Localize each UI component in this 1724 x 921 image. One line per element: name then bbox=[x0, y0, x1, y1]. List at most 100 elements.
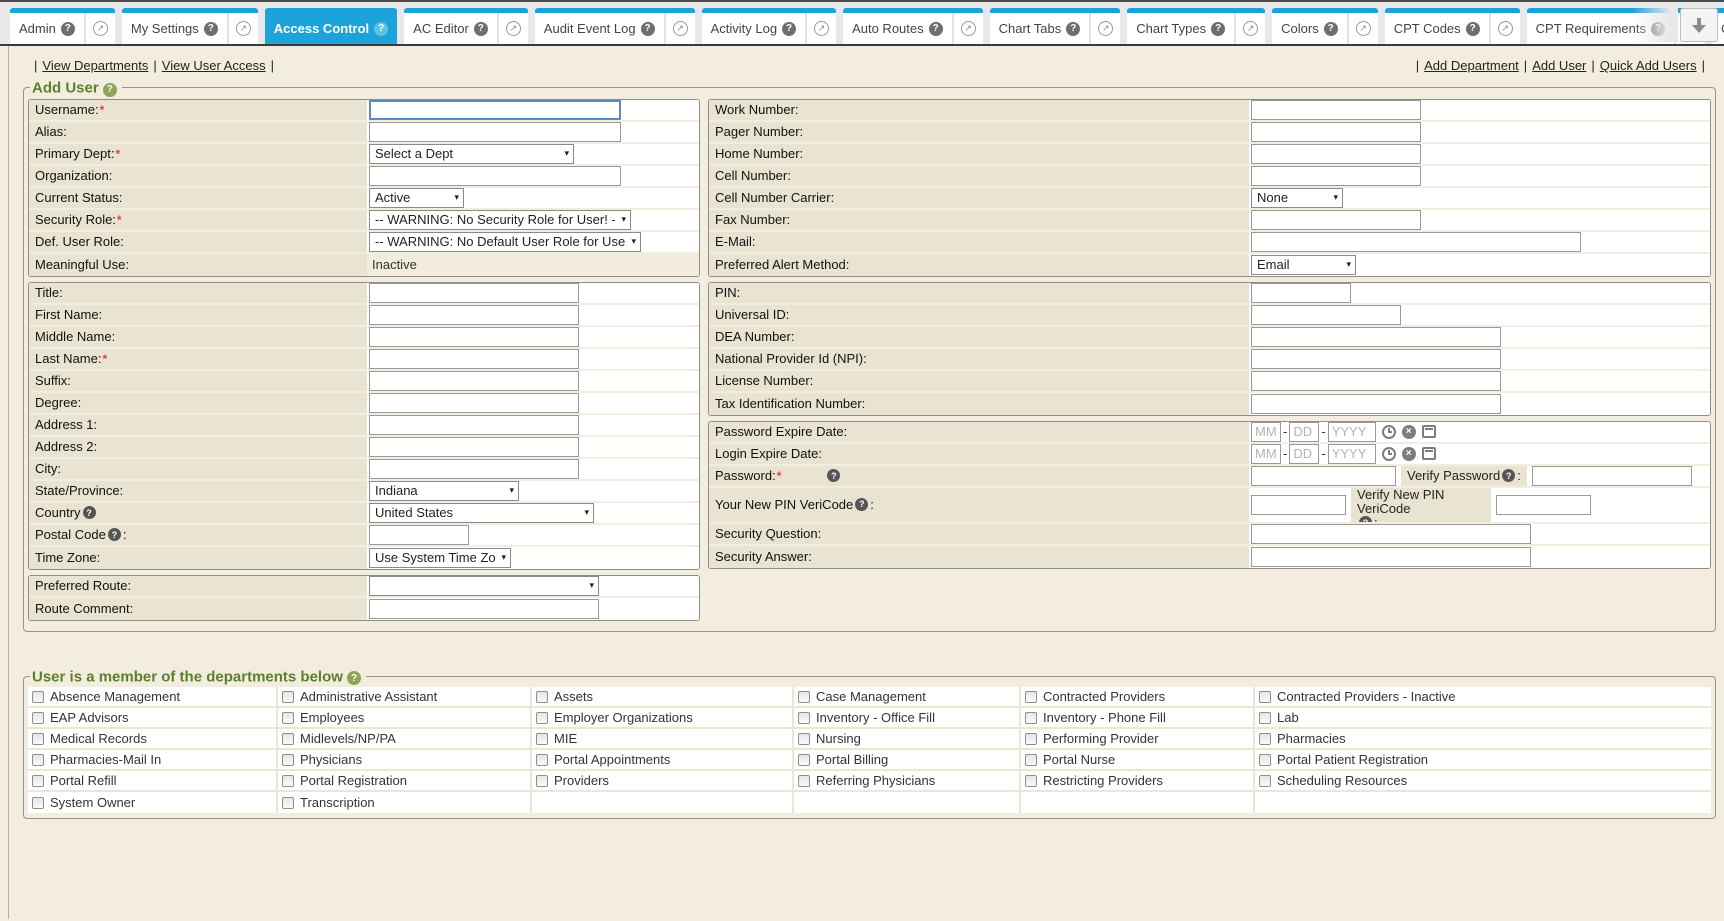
clock-icon[interactable] bbox=[1382, 447, 1396, 461]
address-2-input[interactable] bbox=[369, 437, 579, 457]
help-icon[interactable]: ? bbox=[1211, 22, 1225, 36]
popout-button[interactable]: ↗ bbox=[664, 13, 695, 44]
preferred-alert-method-select[interactable]: Email▾ bbox=[1251, 255, 1356, 275]
login-expire-date-mm-input[interactable] bbox=[1251, 444, 1281, 464]
tab-button-access-control[interactable]: Access Control? bbox=[265, 13, 397, 44]
organization-input[interactable] bbox=[369, 166, 621, 186]
username-input[interactable] bbox=[369, 100, 621, 120]
title-input[interactable] bbox=[369, 283, 579, 303]
verify-password-input[interactable] bbox=[1532, 466, 1692, 486]
password-expire-date-dd-input[interactable] bbox=[1289, 422, 1319, 442]
help-icon[interactable]: ? bbox=[103, 83, 117, 97]
help-icon[interactable]: ? bbox=[108, 528, 121, 541]
suffix-input[interactable] bbox=[369, 371, 579, 391]
performing-provider-checkbox[interactable] bbox=[1025, 733, 1037, 745]
tab-button-colors[interactable]: Colors? bbox=[1272, 13, 1347, 44]
time-zone-select[interactable]: Use System Time Zone▾ bbox=[369, 548, 511, 568]
security-question-input[interactable] bbox=[1251, 524, 1531, 544]
help-icon[interactable]: ? bbox=[641, 22, 655, 36]
tab-button-activity-log[interactable]: Activity Log? bbox=[702, 13, 805, 44]
employees-checkbox[interactable] bbox=[282, 712, 294, 724]
help-icon[interactable]: ? bbox=[347, 671, 361, 685]
link-quick-add-users[interactable]: Quick Add Users bbox=[1600, 58, 1697, 73]
tab-button-chart-tabs[interactable]: Chart Tabs? bbox=[990, 13, 1090, 44]
security-role-select[interactable]: -- WARNING: No Security Role for User! -… bbox=[369, 210, 631, 230]
help-icon[interactable]: ? bbox=[1359, 516, 1372, 522]
work-number-input[interactable] bbox=[1251, 100, 1421, 120]
state-province-select[interactable]: Indiana▾ bbox=[369, 481, 519, 501]
clock-icon[interactable] bbox=[1382, 425, 1396, 439]
primary-dept-select[interactable]: Select a Dept▾ bbox=[369, 144, 574, 164]
tab-button-auto-routes[interactable]: Auto Routes? bbox=[843, 13, 952, 44]
password-expire-date-mm-input[interactable] bbox=[1251, 422, 1281, 442]
first-name-input[interactable] bbox=[369, 305, 579, 325]
providers-checkbox[interactable] bbox=[536, 775, 548, 787]
clear-icon[interactable]: × bbox=[1402, 425, 1416, 439]
e-mail-input[interactable] bbox=[1251, 232, 1581, 252]
password-expire-date-yyyy-input[interactable] bbox=[1328, 422, 1376, 442]
help-icon[interactable]: ? bbox=[83, 506, 96, 519]
popout-button[interactable]: ↗ bbox=[1089, 13, 1120, 44]
tab-button-cpt-codes[interactable]: CPT Codes? bbox=[1385, 13, 1489, 44]
popout-button[interactable]: ↗ bbox=[805, 13, 836, 44]
popout-button[interactable]: ↗ bbox=[497, 13, 528, 44]
cell-number-carrier-select[interactable]: None▾ bbox=[1251, 188, 1343, 208]
help-icon[interactable]: ? bbox=[1502, 469, 1515, 482]
address-1-input[interactable] bbox=[369, 415, 579, 435]
cell-number-input[interactable] bbox=[1251, 166, 1421, 186]
portal-refill-checkbox[interactable] bbox=[32, 775, 44, 787]
security-answer-input[interactable] bbox=[1251, 547, 1531, 567]
tab-scroll-button[interactable] bbox=[1680, 8, 1718, 42]
national-provider-id-npi-input[interactable] bbox=[1251, 349, 1501, 369]
tax-identification-number-input[interactable] bbox=[1251, 394, 1501, 414]
lab-checkbox[interactable] bbox=[1259, 712, 1271, 724]
help-icon[interactable]: ? bbox=[61, 22, 75, 36]
employer-organizations-checkbox[interactable] bbox=[536, 712, 548, 724]
popout-button[interactable]: ↗ bbox=[1234, 13, 1265, 44]
system-owner-checkbox[interactable] bbox=[32, 797, 44, 809]
login-expire-date-yyyy-input[interactable] bbox=[1328, 444, 1376, 464]
pharmacies-mail-in-checkbox[interactable] bbox=[32, 754, 44, 766]
calendar-icon[interactable] bbox=[1422, 447, 1436, 460]
popout-button[interactable]: ↗ bbox=[1347, 13, 1378, 44]
help-icon[interactable]: ? bbox=[1066, 22, 1080, 36]
link-add-user[interactable]: Add User bbox=[1532, 58, 1586, 73]
middle-name-input[interactable] bbox=[369, 327, 579, 347]
clear-icon[interactable]: × bbox=[1402, 447, 1416, 461]
help-icon[interactable]: ? bbox=[855, 498, 868, 511]
help-icon[interactable]: ? bbox=[374, 22, 388, 36]
eap-advisors-checkbox[interactable] bbox=[32, 712, 44, 724]
case-management-checkbox[interactable] bbox=[798, 691, 810, 703]
home-number-input[interactable] bbox=[1251, 144, 1421, 164]
restricting-providers-checkbox[interactable] bbox=[1025, 775, 1037, 787]
link-view-user-access[interactable]: View User Access bbox=[162, 58, 266, 73]
tab-button-admin[interactable]: Admin? bbox=[10, 13, 84, 44]
assets-checkbox[interactable] bbox=[536, 691, 548, 703]
mie-checkbox[interactable] bbox=[536, 733, 548, 745]
medical-records-checkbox[interactable] bbox=[32, 733, 44, 745]
help-icon[interactable]: ? bbox=[929, 22, 943, 36]
help-icon[interactable]: ? bbox=[782, 22, 796, 36]
contracted-providers-inactive-checkbox[interactable] bbox=[1259, 691, 1271, 703]
portal-billing-checkbox[interactable] bbox=[798, 754, 810, 766]
tab-button-chart-types[interactable]: Chart Types? bbox=[1127, 13, 1234, 44]
help-icon[interactable]: ? bbox=[1466, 22, 1480, 36]
universal-id-input[interactable] bbox=[1251, 305, 1401, 325]
fax-number-input[interactable] bbox=[1251, 210, 1421, 230]
route-comment-input[interactable] bbox=[369, 599, 599, 619]
absence-management-checkbox[interactable] bbox=[32, 691, 44, 703]
portal-patient-registration-checkbox[interactable] bbox=[1259, 754, 1271, 766]
popout-button[interactable]: ↗ bbox=[1489, 13, 1520, 44]
your-new-pin-vericode-input[interactable] bbox=[1251, 495, 1346, 515]
contracted-providers-checkbox[interactable] bbox=[1025, 691, 1037, 703]
license-number-input[interactable] bbox=[1251, 371, 1501, 391]
popout-button[interactable]: ↗ bbox=[84, 13, 115, 44]
portal-nurse-checkbox[interactable] bbox=[1025, 754, 1037, 766]
calendar-icon[interactable] bbox=[1422, 425, 1436, 438]
pharmacies-checkbox[interactable] bbox=[1259, 733, 1271, 745]
alias-input[interactable] bbox=[369, 122, 621, 142]
help-icon[interactable]: ? bbox=[827, 469, 840, 482]
password-input[interactable] bbox=[1251, 466, 1396, 486]
tab-button-ac-editor[interactable]: AC Editor? bbox=[404, 13, 497, 44]
login-expire-date-dd-input[interactable] bbox=[1289, 444, 1319, 464]
